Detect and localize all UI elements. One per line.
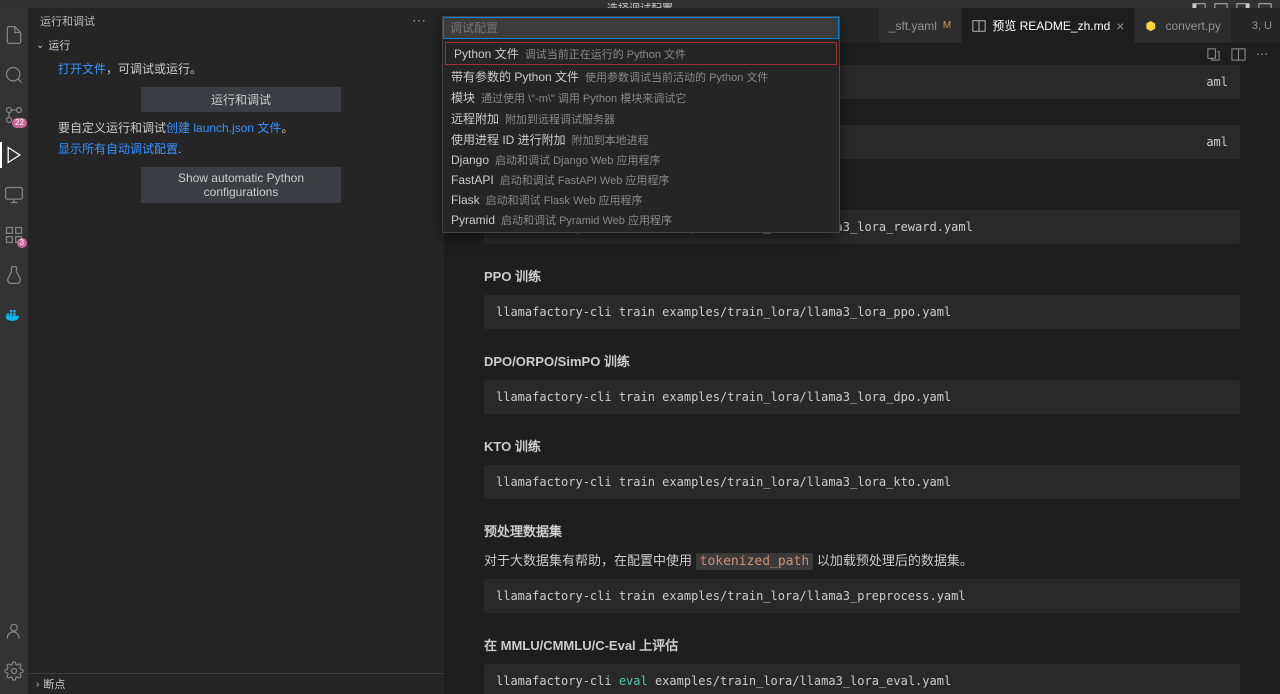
quickpick-item-pyramid[interactable]: Pyramid启动和调试 Pyramid Web 应用程序	[443, 210, 839, 230]
code-block: llamafactory-cli train examples/train_lo…	[484, 579, 1240, 613]
heading-eval: 在 MMLU/CMMLU/C-Eval 上评估	[484, 635, 1240, 654]
activity-bar: 22 3	[0, 8, 28, 694]
sidebar-more-icon[interactable]: ⋯	[406, 12, 432, 29]
run-section-label: 运行	[48, 37, 70, 53]
run-debug-button[interactable]: 运行和调试	[141, 87, 341, 112]
heading-preprocess: 预处理数据集	[484, 521, 1240, 540]
open-file-link[interactable]: 打开文件	[58, 62, 106, 76]
quickpick-item-pid-attach[interactable]: 使用进程 ID 进行附加附加到本地进程	[443, 129, 839, 150]
code-block: llamafactory-cli train examples/train_lo…	[484, 295, 1240, 329]
quickpick-item-module[interactable]: 模块通过使用 \"-m\" 调用 Python 模块来调试它	[443, 87, 839, 108]
split-editor-icon[interactable]	[1231, 47, 1246, 62]
docker-icon[interactable]	[3, 304, 25, 326]
modified-indicator: M	[943, 20, 951, 31]
heading-ppo: PPO 训练	[484, 266, 1240, 285]
quickpick-item-fastapi[interactable]: FastAPI启动和调试 FastAPI Web 应用程序	[443, 170, 839, 190]
extensions-icon[interactable]: 3	[3, 224, 25, 246]
quickpick-item-django[interactable]: Django启动和调试 Django Web 应用程序	[443, 150, 839, 170]
code-block: llamafactory-cli train examples/train_lo…	[484, 465, 1240, 499]
scm-badge: 22	[12, 118, 27, 128]
quickpick-item-python-file[interactable]: Python 文件调试当前正在运行的 Python 文件	[445, 42, 837, 65]
settings-icon[interactable]	[3, 660, 25, 682]
tab-readme-preview[interactable]: 预览 README_zh.md ×	[962, 8, 1135, 43]
custom-line: 要自定义运行和调试创建 launch.json 文件。	[58, 118, 424, 140]
show-all-line: 显示所有自动调试配置.	[58, 139, 424, 161]
chevron-down-icon: ⌄	[36, 40, 44, 51]
testing-icon[interactable]	[3, 264, 25, 286]
python-icon: ⬢	[1145, 19, 1159, 33]
quickpick-input[interactable]	[443, 17, 839, 39]
tab-sft-yaml[interactable]: _sft.yaml M	[879, 8, 962, 43]
open-file-line: 打开文件，可调试或运行。	[58, 59, 424, 81]
sidebar-title: 运行和调试	[40, 13, 95, 29]
run-debug-icon[interactable]	[3, 144, 25, 166]
tab-label: convert.py	[1165, 19, 1220, 33]
search-icon[interactable]	[3, 64, 25, 86]
close-icon[interactable]: ×	[1116, 18, 1124, 34]
more-actions-icon[interactable]: ⋯	[1256, 47, 1268, 61]
show-all-configs-link[interactable]: 显示所有自动调试配置	[58, 142, 178, 156]
go-to-file-icon[interactable]	[1206, 47, 1221, 62]
create-launch-link[interactable]: 创建 launch.json 文件	[166, 121, 281, 135]
line-col-indicator: 3, U	[1252, 20, 1280, 32]
breakpoints-section[interactable]: › 断点	[28, 673, 444, 694]
ext-badge: 3	[17, 238, 27, 248]
explorer-icon[interactable]	[3, 24, 25, 46]
inline-code: tokenized_path	[696, 553, 814, 570]
quickpick-item-flask[interactable]: Flask启动和调试 Flask Web 应用程序	[443, 190, 839, 210]
sidebar: 运行和调试 ⋯ ⌄ 运行 打开文件，可调试或运行。 运行和调试 要自定义运行和调…	[28, 8, 444, 694]
account-icon[interactable]	[3, 620, 25, 642]
code-block: llamafactory-cli train examples/train_lo…	[484, 380, 1240, 414]
run-section-header[interactable]: ⌄ 运行	[36, 35, 436, 55]
heading-dpo: DPO/ORPO/SimPO 训练	[484, 351, 1240, 370]
remote-icon[interactable]	[3, 184, 25, 206]
preview-icon	[972, 19, 986, 33]
breakpoints-label: 断点	[43, 676, 65, 692]
tab-label: README_zh.md	[1020, 19, 1111, 33]
preprocess-desc: 对于大数据集有帮助，在配置中使用 tokenized_path 以加载预处理后的…	[484, 550, 1240, 569]
quickpick-item-remote-attach[interactable]: 远程附加附加到远程调试服务器	[443, 108, 839, 129]
source-control-icon[interactable]: 22	[3, 104, 25, 126]
quickpick-item-python-args[interactable]: 带有参数的 Python 文件使用参数调试当前活动的 Python 文件	[443, 66, 839, 87]
quickpick-list: Python 文件调试当前正在运行的 Python 文件 带有参数的 Pytho…	[443, 39, 839, 232]
heading-kto: KTO 训练	[484, 436, 1240, 455]
quickpick-panel: Python 文件调试当前正在运行的 Python 文件 带有参数的 Pytho…	[442, 16, 840, 233]
code-block: llamafactory-cli eval examples/train_lor…	[484, 664, 1240, 694]
tab-label: _sft.yaml	[889, 19, 937, 33]
chevron-right-icon: ›	[36, 679, 39, 690]
show-python-configs-button[interactable]: Show automatic Python configurations	[141, 167, 341, 203]
tab-convert-py[interactable]: ⬢ convert.py	[1135, 8, 1231, 43]
